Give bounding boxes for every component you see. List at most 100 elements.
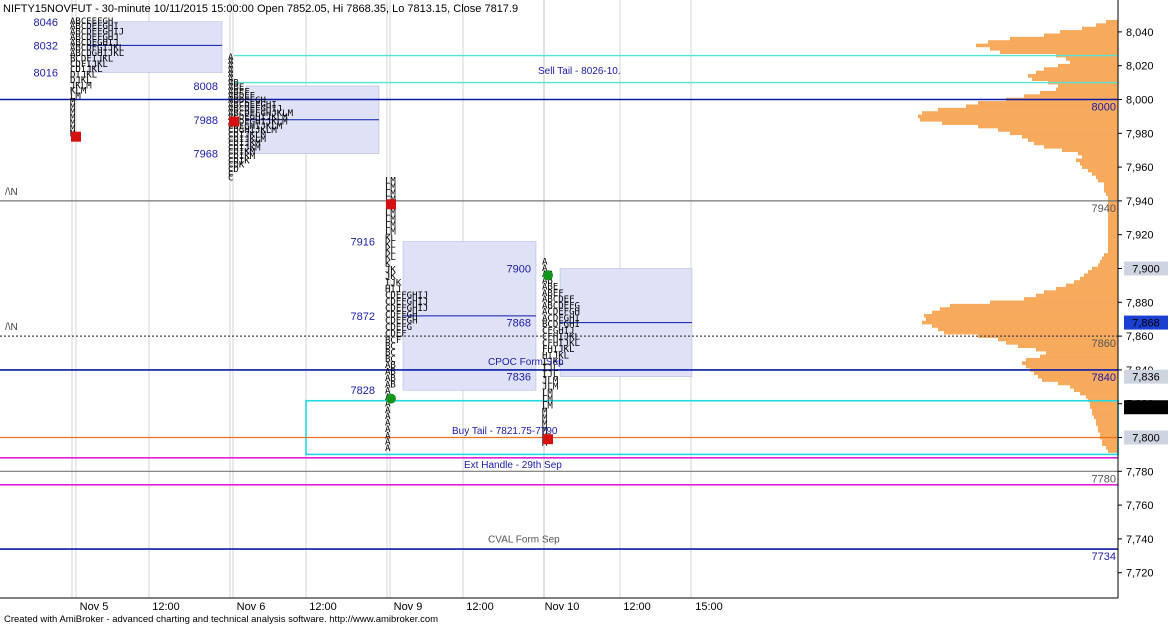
volume-profile-bar xyxy=(1074,280,1118,284)
volume-profile-bar xyxy=(990,300,1118,305)
market-profile-chart: ABCEEFGHABCDEFGHIABCDEFGHIJABCDEFGHJABCD… xyxy=(0,0,1170,626)
volume-profile-bar xyxy=(1094,415,1118,420)
volume-profile-bar xyxy=(1010,131,1118,136)
volume-profile-bar xyxy=(1024,94,1118,98)
volume-profile-bar xyxy=(1102,439,1118,443)
x-tick-label: 12:00 xyxy=(309,601,337,613)
open-marker xyxy=(386,199,396,210)
volume-profile-bar xyxy=(1108,195,1118,200)
tpo-row: C xyxy=(228,174,233,184)
volume-profile-bar xyxy=(1046,351,1118,355)
x-tick-label: Nov 5 xyxy=(80,601,109,613)
x-tick-label: Nov 10 xyxy=(545,601,580,613)
y-tick-label: 7,880 xyxy=(1126,297,1154,309)
volume-profile-bar xyxy=(1056,286,1118,291)
volume-profile-bar xyxy=(1096,422,1118,426)
value-area-label: 7872 xyxy=(351,311,375,323)
volume-profile-bar xyxy=(1044,145,1118,149)
line-annotation: Ext Handle - 29th Sep xyxy=(464,460,562,471)
volume-profile-bar xyxy=(1060,30,1118,34)
volume-profile-bar xyxy=(1044,67,1118,71)
volume-profile-bar xyxy=(1098,425,1118,430)
volume-profile-bar xyxy=(1040,354,1118,359)
volume-profile-bar xyxy=(1056,87,1118,92)
level-left-label: /\N xyxy=(5,322,18,333)
volume-profile-bar xyxy=(1104,188,1118,193)
volume-profile-bar xyxy=(1090,405,1118,409)
line-annotation: CVAL Form Sep xyxy=(488,534,560,545)
y-tick-label: 7,860 xyxy=(1126,331,1154,343)
volume-profile-bar xyxy=(1104,185,1118,190)
level-left-label: /\N xyxy=(5,187,18,198)
volume-profile-bar xyxy=(1082,155,1118,159)
volume-profile-bar xyxy=(1108,243,1118,247)
volume-profile-bar xyxy=(1058,84,1118,88)
line-annotation: CPOC Form Sep xyxy=(488,357,564,368)
price-badge-label: 7,868 xyxy=(1132,318,1160,330)
level-right-label: 7860 xyxy=(1092,338,1116,350)
volume-profile-bar xyxy=(1082,165,1118,169)
volume-profile-bar xyxy=(1076,158,1118,163)
volume-profile-bar xyxy=(1108,229,1118,234)
volume-profile-bar xyxy=(1074,388,1118,392)
value-area-label: 7988 xyxy=(194,115,218,127)
value-area-label: 8008 xyxy=(194,81,218,93)
value-area-label: 7828 xyxy=(351,385,375,397)
volume-profile-bar xyxy=(1104,182,1118,186)
tpo-row: A xyxy=(385,444,391,454)
volume-profile-bar xyxy=(1022,361,1118,365)
volume-profile-bar xyxy=(1108,249,1118,254)
volume-profile-bar xyxy=(1062,148,1118,152)
volume-profile-bar xyxy=(1028,138,1118,142)
open-marker xyxy=(229,116,239,127)
volume-profile-bar xyxy=(1066,283,1118,288)
volume-profile-bar xyxy=(1092,412,1118,416)
volume-profile-bar xyxy=(1022,134,1118,139)
value-area-label: 7836 xyxy=(507,372,531,384)
volume-profile-bar xyxy=(1108,216,1118,220)
volume-profile-bar xyxy=(1102,256,1118,261)
volume-profile-bar xyxy=(1000,50,1118,54)
value-area-label: 7968 xyxy=(194,149,218,161)
volume-profile-bar xyxy=(976,43,1118,48)
price-badge-label: 7,800 xyxy=(1132,433,1160,445)
volume-profile-bar xyxy=(940,307,1118,311)
volume-profile-bar xyxy=(1100,259,1118,264)
open-marker xyxy=(71,131,81,142)
price-badge-label: 7,817.9 xyxy=(1128,402,1165,414)
level-right-label: 7780 xyxy=(1092,473,1116,485)
volume-profile-bar xyxy=(926,317,1118,321)
y-tick-label: 7,960 xyxy=(1126,162,1154,174)
x-axis-ticks: Nov 5 12:00 Nov 6 12:00 Nov 9 12:00 Nov 10 12:0… xyxy=(80,601,723,613)
volume-profile-bar xyxy=(1098,263,1118,267)
line-annotation: Buy Tail - 7821.75-7790 xyxy=(452,426,558,437)
footer-credit: Created with AmiBroker - advanced charti… xyxy=(4,614,438,625)
close-marker xyxy=(386,393,396,404)
y-tick-label: 7,760 xyxy=(1126,500,1154,512)
volume-profile-bar xyxy=(998,128,1118,132)
volume-profile-bar xyxy=(1108,226,1118,230)
volume-profile-bar xyxy=(1010,36,1118,41)
chart-title: NIFTY15NOVFUT - 30-minute 10/11/2015 15:… xyxy=(3,3,518,15)
value-area-label: 7868 xyxy=(507,318,531,330)
volume-profile-bar xyxy=(1078,151,1118,156)
price-badge-label: 7,836 xyxy=(1132,372,1160,384)
volume-profile-bar xyxy=(1098,428,1118,433)
volume-profile-bar xyxy=(1034,141,1118,146)
volume-profile-bar xyxy=(1106,445,1118,450)
volume-profile-bar xyxy=(922,111,1118,115)
volume-profile-bar xyxy=(1108,246,1118,251)
volume-profile-bar xyxy=(1108,236,1118,240)
volume-profile-bar xyxy=(1080,391,1118,396)
volume-profile-bar xyxy=(1092,266,1118,271)
line-annotation: Sell Tail - 8026-10. xyxy=(538,66,621,77)
volume-profile-bar xyxy=(1040,90,1118,95)
x-tick-label: Nov 9 xyxy=(394,601,423,613)
volume-profile-bar xyxy=(1108,239,1118,244)
value-area-label: 8046 xyxy=(34,17,58,29)
volume-profile-bar xyxy=(1102,442,1118,447)
volume-profile-bar xyxy=(1086,395,1118,399)
volume-profile-bar xyxy=(1044,33,1118,38)
level-right-label: 7734 xyxy=(1092,551,1116,563)
volume-profile-bar xyxy=(920,117,1118,122)
